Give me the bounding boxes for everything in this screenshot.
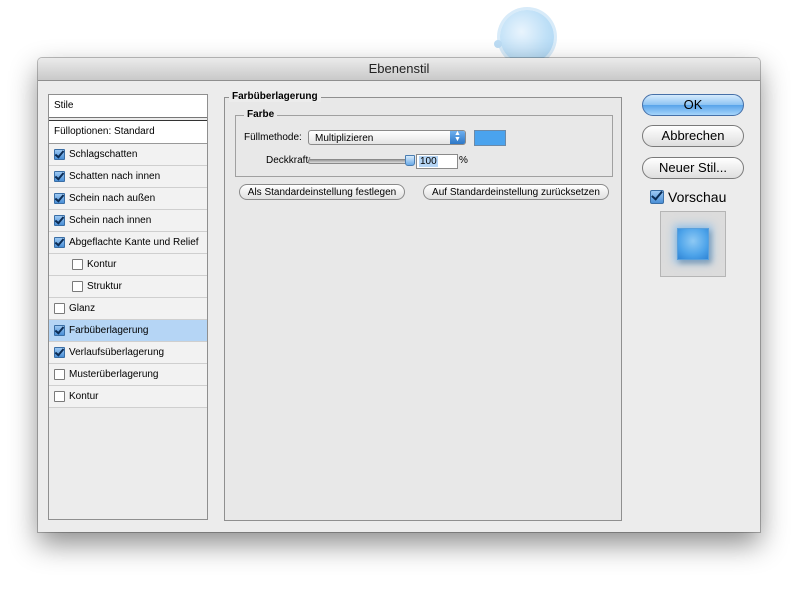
style-checkbox[interactable] <box>54 347 65 358</box>
style-checkbox[interactable] <box>54 237 65 248</box>
opacity-label: Deckkraft: <box>266 155 312 166</box>
new-style-button[interactable]: Neuer Stil... <box>642 157 744 179</box>
style-checkbox[interactable] <box>54 369 65 380</box>
color-overlay-title: Farbüberlagerung <box>229 91 321 102</box>
color-overlay-panel: Farbüberlagerung Farbe Füllmethode: Mult… <box>224 91 622 521</box>
decorative-blob <box>494 10 554 64</box>
style-item-label: Schlagschatten <box>69 149 138 160</box>
style-item-label: Kontur <box>87 259 117 270</box>
color-swatch[interactable] <box>474 130 506 146</box>
color-group: Farbe Füllmethode: Multiplizieren ▲ ▼ Dec… <box>235 109 613 177</box>
style-item[interactable]: Kontur <box>49 254 207 276</box>
style-checkbox[interactable] <box>72 281 83 292</box>
style-item[interactable]: Struktur <box>49 276 207 298</box>
opacity-slider[interactable] <box>308 155 415 166</box>
styles-list: Stile Fülloptionen: Standard Schlagschat… <box>48 94 208 520</box>
style-item[interactable]: Schlagschatten <box>49 144 207 166</box>
style-checkbox[interactable] <box>54 325 65 336</box>
reset-default-button[interactable]: Auf Standardeinstellung zurücksetzen <box>423 184 609 200</box>
style-checkbox[interactable] <box>54 215 65 226</box>
style-item[interactable]: Schein nach innen <box>49 210 207 232</box>
style-item-label: Schatten nach innen <box>69 171 161 182</box>
style-item-label: Kontur <box>69 391 99 402</box>
style-checkbox[interactable] <box>54 391 65 402</box>
cancel-button[interactable]: Abbrechen <box>642 125 744 147</box>
style-items: Schlagschatten Schatten nach innen Schein … <box>49 144 207 408</box>
style-item[interactable]: Glanz <box>49 298 207 320</box>
color-group-title: Farbe <box>244 109 278 120</box>
style-item-label: Glanz <box>69 303 96 314</box>
preview-label: Vorschau <box>668 189 727 205</box>
preview-toggle[interactable]: Vorschau <box>650 189 726 205</box>
preview-checkbox[interactable] <box>650 190 664 204</box>
style-item-label: Farbüberlagerung <box>69 325 149 336</box>
layer-style-dialog: Ebenenstil Stile Fülloptionen: Standard … <box>38 58 760 532</box>
opacity-value: 100 <box>419 156 438 167</box>
style-item-label: Schein nach außen <box>69 193 156 204</box>
style-item[interactable]: Verlaufsüberlagerung <box>49 342 207 364</box>
opacity-unit: % <box>459 155 468 166</box>
style-preview <box>660 211 726 277</box>
ok-button[interactable]: OK <box>642 94 744 116</box>
make-default-button[interactable]: Als Standardeinstellung festlegen <box>239 184 405 200</box>
style-checkbox[interactable] <box>54 193 65 204</box>
opacity-input[interactable]: 100 <box>416 154 458 169</box>
style-checkbox[interactable] <box>72 259 83 270</box>
style-item-label: Musterüberlagerung <box>69 369 159 380</box>
style-checkbox[interactable] <box>54 171 65 182</box>
style-item[interactable]: Abgeflachte Kante und Relief <box>49 232 207 254</box>
style-item[interactable]: Schein nach außen <box>49 188 207 210</box>
preview-swatch <box>677 228 709 260</box>
style-item-label: Verlaufsüberlagerung <box>69 347 165 358</box>
style-checkbox[interactable] <box>54 303 65 314</box>
fill-method-label: Füllmethode: <box>244 132 302 143</box>
style-checkbox[interactable] <box>54 149 65 160</box>
style-item[interactable]: Farbüberlagerung <box>49 320 207 342</box>
updown-arrows-icon: ▲ ▼ <box>450 130 465 144</box>
style-item-label: Struktur <box>87 281 123 292</box>
blending-options-item[interactable]: Fülloptionen: Standard <box>49 120 207 144</box>
slider-thumb[interactable] <box>405 155 415 166</box>
style-item-label: Abgeflachte Kante und Relief <box>69 237 199 248</box>
fill-method-select[interactable]: Multiplizieren ▲ ▼ <box>308 130 466 145</box>
style-item[interactable]: Kontur <box>49 386 207 408</box>
style-item-label: Schein nach innen <box>69 215 152 226</box>
style-item[interactable]: Musterüberlagerung <box>49 364 207 386</box>
styles-header[interactable]: Stile <box>49 95 207 118</box>
fill-method-value: Multiplizieren <box>315 133 374 144</box>
style-item[interactable]: Schatten nach innen <box>49 166 207 188</box>
window-title: Ebenenstil <box>38 58 760 81</box>
